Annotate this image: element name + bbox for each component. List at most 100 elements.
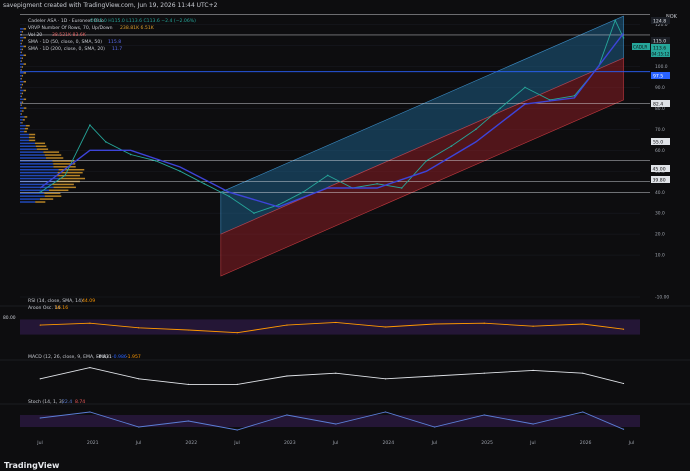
rsi-point xyxy=(138,327,140,329)
volume-profile-bar-down xyxy=(23,98,27,101)
price-point xyxy=(326,174,329,177)
rsi-point xyxy=(582,323,584,325)
volume-profile-bar-down xyxy=(28,136,35,139)
svg-text:97.5: 97.5 xyxy=(653,74,663,80)
x-tick-label: Jul xyxy=(431,440,438,446)
volume-profile-bar-down xyxy=(44,154,62,156)
volume-profile-bar-up xyxy=(20,75,22,77)
volume-profile-bar-down xyxy=(29,139,36,142)
y-tick-label: 10.0 xyxy=(655,253,665,259)
x-tick-label: Jul xyxy=(233,440,240,446)
stoch-point xyxy=(433,426,436,428)
macd-v3: -1.957 xyxy=(126,354,141,360)
stoch-point xyxy=(582,411,584,413)
x-tick-label: Jul xyxy=(628,440,635,446)
y-tick-label: 20.0 xyxy=(655,232,665,238)
rsi-left-value: 80.00 xyxy=(3,315,16,321)
volume-profile-bar-down xyxy=(43,151,60,153)
volume-profile-bar-up xyxy=(20,92,22,95)
stoch-point xyxy=(89,411,91,413)
footer: TradingView xyxy=(0,460,690,471)
rsi-point xyxy=(335,321,337,324)
svg-text:04:15:12: 04:15:12 xyxy=(652,52,670,57)
volume-profile-bar-up xyxy=(20,66,22,68)
legend-sma200: SMA · 1D (200, close, 0, SMA, 20) xyxy=(28,46,105,52)
y-tick-label: 30.0 xyxy=(655,211,665,217)
rsi-point xyxy=(483,322,485,324)
stoch-point xyxy=(483,414,485,416)
volume-profile-bar-up xyxy=(20,163,54,165)
y-tick-label: 40.0 xyxy=(655,190,665,196)
price-point xyxy=(614,19,616,22)
volume-profile-bar-up xyxy=(20,183,53,186)
y-tick-label: -10.00 xyxy=(655,295,669,301)
y-tick-label: 90.0 xyxy=(655,85,665,91)
volume-profile-bar-down xyxy=(21,60,22,62)
price-tag-55: 55.0 xyxy=(651,138,670,146)
last-price-tag: 113.6 04:15:12 xyxy=(651,44,670,57)
volume-profile-bar-up xyxy=(20,57,22,59)
x-tick-label: 2023 xyxy=(284,440,296,446)
macd-point xyxy=(582,372,584,374)
macd-point xyxy=(138,378,140,380)
price-point xyxy=(376,183,378,185)
volume-profile-bar-up xyxy=(20,89,24,92)
volume-profile-bar-down xyxy=(21,42,22,45)
legend-sma50: SMA · 1D (50, close, 0, SMA, 50) xyxy=(28,39,102,45)
macd-point xyxy=(433,375,436,377)
volume-profile-bar-down xyxy=(39,198,54,200)
x-tick-label: 2025 xyxy=(481,440,493,446)
tradingview-logo[interactable]: TradingView xyxy=(4,460,59,471)
svg-text:55.0: 55.0 xyxy=(653,140,663,146)
volume-profile-bar-down xyxy=(21,33,22,36)
rsi-point xyxy=(384,326,387,328)
macd-point xyxy=(335,372,337,374)
price-point xyxy=(622,37,625,39)
volume-profile-bar-up xyxy=(20,80,24,83)
volume-profile-bar-down xyxy=(21,78,22,80)
price-point xyxy=(154,159,157,162)
chart-canvas[interactable]: Jul 2021 Jul 2022 Jul 2023 Jul 2024 Jul 2025 Jul 20… xyxy=(0,12,690,460)
stoch-point xyxy=(286,414,288,416)
svg-text:82.4: 82.4 xyxy=(653,102,663,108)
volume-profile-bar-down xyxy=(24,127,29,130)
volume-profile-bar-down xyxy=(21,48,24,51)
symbol-tag: CADLR xyxy=(632,43,650,50)
volume-profile-bar-down xyxy=(21,75,24,77)
volume-profile-bar-up xyxy=(20,168,59,171)
stoch-point xyxy=(236,429,238,431)
volume-profile-bar-up xyxy=(20,201,36,203)
rsi-point xyxy=(622,328,625,330)
volume-profile-bar-down xyxy=(35,142,46,145)
volume-profile-bar-up xyxy=(20,36,24,39)
price-tag-45: 45.00 xyxy=(651,165,670,173)
rsi-point xyxy=(187,329,190,331)
rsi-point xyxy=(286,324,288,326)
macd-v2: -0.986 xyxy=(112,354,127,360)
volume-profile-bar-down xyxy=(29,133,36,136)
volume-profile-bar-up xyxy=(20,86,22,89)
volume-profile-bar-down xyxy=(52,183,74,186)
volume-profile-bar-down xyxy=(23,72,27,74)
volume-profile-bar-down xyxy=(53,186,76,189)
volume-profile-bar-up xyxy=(20,157,46,159)
volume-profile-bar-up xyxy=(20,116,25,118)
macd-point xyxy=(286,375,288,377)
volume-profile-bar-up xyxy=(20,28,24,30)
macd-point xyxy=(384,378,387,380)
volume-profile-bar-down xyxy=(21,101,24,103)
volume-profile-bar-up xyxy=(20,110,23,112)
macd-point xyxy=(483,372,485,374)
volume-profile-bar-down xyxy=(36,148,49,150)
volume-profile-bar-down xyxy=(22,119,25,121)
volume-profile-bar-down xyxy=(23,36,26,39)
volume-profile-bar-down xyxy=(21,39,23,42)
volume-profile-bar-down xyxy=(45,157,64,159)
rsi-point xyxy=(532,325,534,327)
volume-profile-bar-up xyxy=(20,151,44,153)
stoch-v1: 22.4 xyxy=(62,399,72,405)
legend-vol-values: 38.521K 83.6K xyxy=(52,32,87,38)
macd-point xyxy=(39,378,41,380)
volume-profile-bar-up xyxy=(20,78,22,80)
volume-profile-bar-up xyxy=(20,83,22,86)
